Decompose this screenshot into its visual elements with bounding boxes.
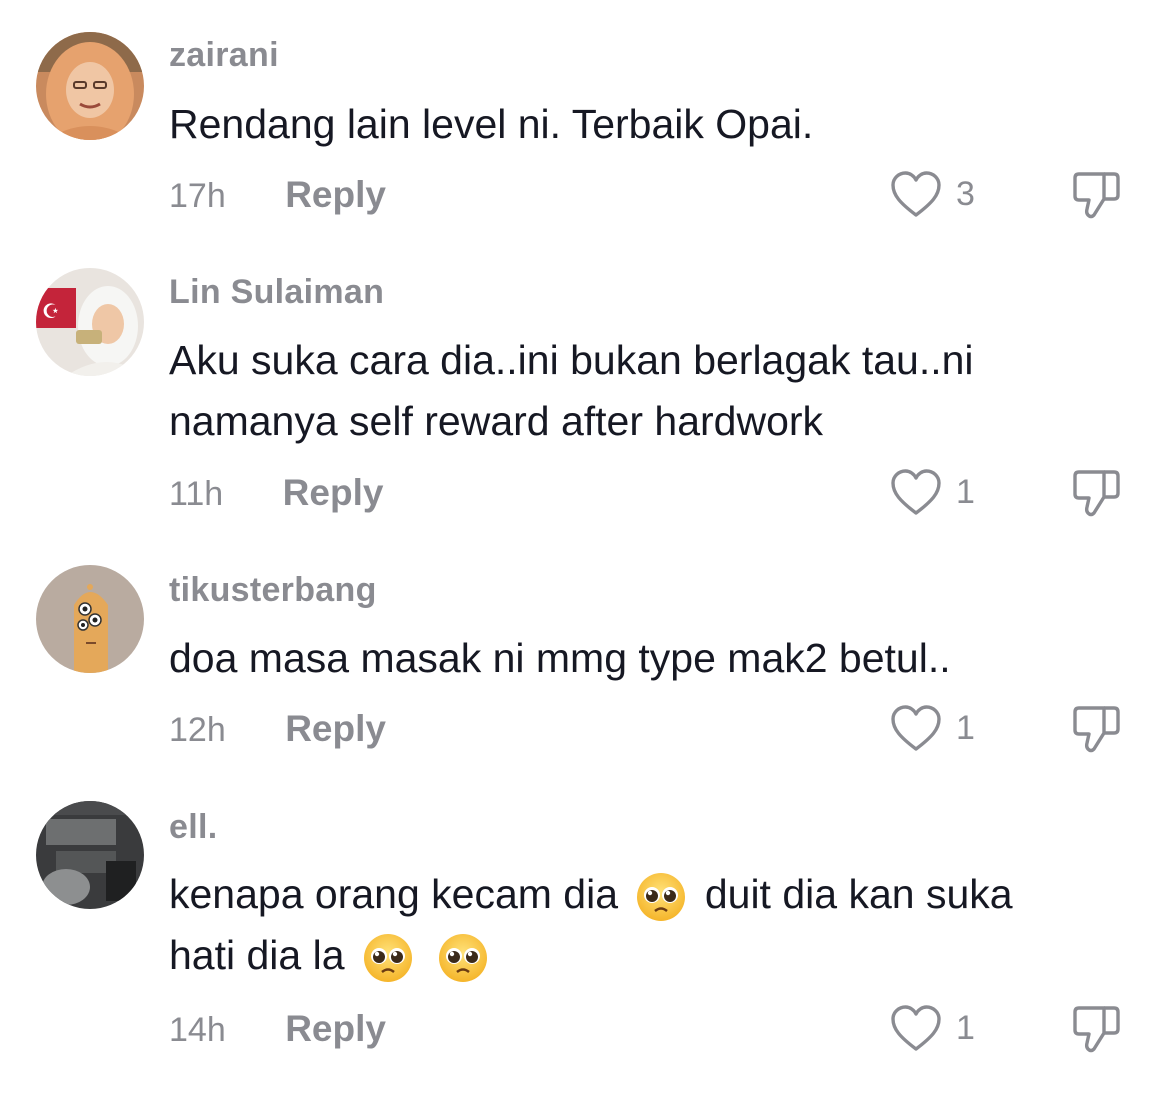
like-button[interactable]: 1 [890,704,990,754]
avatar[interactable] [36,32,144,140]
pleading-face-emoji-icon [637,873,686,922]
comment-text: kenapa orang kecam dia duit dia kan suka… [169,864,1144,986]
comment-text-line: namanya self reward after hardwork [169,398,824,444]
like-button[interactable]: 3 [890,170,990,220]
comment-username[interactable]: tikusterbang [169,571,377,610]
heart-icon [891,1005,941,1051]
comment-timestamp: 14h [169,1011,226,1049]
reply-button[interactable]: Reply [285,708,386,750]
like-count: 3 [956,175,975,213]
comment-timestamp: 11h [169,475,224,513]
avatar[interactable]: ☪ [36,268,144,376]
reply-button[interactable]: Reply [283,472,384,514]
thumbs-down-icon [1073,1006,1120,1053]
svg-text:☪: ☪ [42,299,60,323]
like-count: 1 [956,1009,975,1047]
comment-text-line: doa masa masak ni mmg type mak2 betul.. [169,635,951,681]
comment-timestamp: 17h [169,177,226,215]
thumbs-down-icon [1073,470,1120,517]
comment-meta: 14h Reply [169,1008,386,1050]
comment-timestamp: 12h [169,711,226,749]
comment-text: doa masa masak ni mmg type mak2 betul.. [169,628,1144,689]
dislike-button[interactable] [1070,704,1124,754]
comment-text-line: hati dia la [169,925,1144,986]
avatar[interactable] [36,801,144,909]
comment-text-segment: kenapa orang kecam dia [169,871,619,917]
reply-button[interactable]: Reply [285,1008,386,1050]
avatar[interactable] [36,565,144,673]
comment-meta: 17h Reply [169,174,386,216]
pleading-face-emoji-icon [439,934,488,983]
comment-text: Rendang lain level ni. Terbaik Opai. [169,94,1144,155]
comment-text-line: Aku suka cara dia..ini bukan berlagak ta… [169,337,974,383]
dislike-button[interactable] [1070,170,1124,220]
thumbs-down-icon [1073,706,1120,753]
reply-button[interactable]: Reply [285,174,386,216]
dislike-button[interactable] [1070,1004,1124,1054]
heart-icon [891,469,941,515]
comment-username[interactable]: ell. [169,808,217,847]
like-button[interactable]: 1 [890,1004,990,1054]
comment-meta: 11h Reply [169,472,383,514]
like-count: 1 [956,473,975,511]
comment-text-line: Rendang lain level ni. Terbaik Opai. [169,101,814,147]
comment-username[interactable]: Lin Sulaiman [169,273,384,312]
comment-text: Aku suka cara dia..ini bukan berlagak ta… [169,330,1144,452]
thumbs-down-icon [1073,172,1120,219]
comment-text-segment: hati dia la [169,932,345,978]
heart-icon [891,705,941,751]
comment-username[interactable]: zairani [169,36,279,75]
comment-meta: 12h Reply [169,708,386,750]
comment-text-segment: duit dia kan suka [704,871,1013,917]
dislike-button[interactable] [1070,468,1124,518]
comment-text-line: kenapa orang kecam dia duit dia kan suka [169,864,1144,925]
heart-icon [891,171,941,217]
like-count: 1 [956,709,975,747]
like-button[interactable]: 1 [890,468,990,518]
pleading-face-emoji-icon [363,934,412,983]
